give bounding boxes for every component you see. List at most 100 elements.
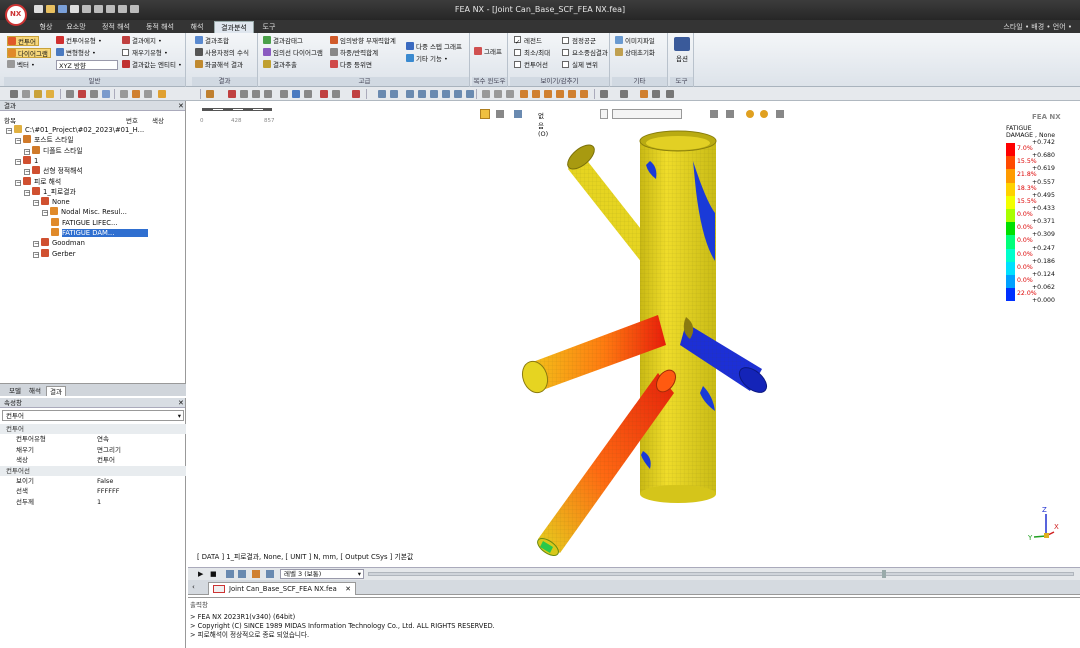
result-extract-button[interactable]: 결과추출 [263, 60, 297, 70]
filter-icon[interactable] [90, 90, 98, 98]
tab-tools[interactable]: 도구 [258, 21, 280, 33]
redo-icon[interactable] [94, 5, 103, 13]
contour-button[interactable]: 컨투어 [7, 36, 39, 46]
result-edge-button[interactable]: 결과에지 • [122, 36, 162, 46]
record-icon[interactable] [226, 570, 234, 578]
tab-dynamic-analysis[interactable]: 동적 해석 [142, 21, 178, 33]
user-formula-button[interactable]: 사용자정의 수식 [195, 48, 249, 58]
animation-slider-thumb[interactable] [882, 570, 886, 578]
color-icon[interactable] [78, 90, 86, 98]
view-bottom-icon[interactable] [580, 90, 588, 98]
paste-icon[interactable] [130, 5, 139, 13]
copy-icon[interactable] [118, 5, 127, 13]
property-row[interactable]: 채우기 면그리기 [0, 445, 186, 455]
view-option-dropdown[interactable] [600, 109, 608, 119]
close-icon[interactable]: ✕ [178, 102, 184, 110]
arbitrary-force-sum-button[interactable]: 임의방향 부재력합계 [330, 36, 396, 46]
hide-icon[interactable] [652, 90, 660, 98]
multi-step-graph-button[interactable]: 다중 스텝 그래프 [406, 42, 462, 52]
model-viewport[interactable]: Z Y X FEA NX [188, 101, 1080, 567]
tab-analysis-tree[interactable]: 해석 [26, 386, 44, 396]
zoom-fit-icon[interactable] [390, 90, 398, 98]
group-icon[interactable] [46, 90, 54, 98]
tree-item[interactable]: − 포스트 스타일 [15, 135, 74, 145]
probe-icon[interactable] [280, 90, 288, 98]
save-icon[interactable] [58, 5, 67, 13]
pan-icon[interactable] [454, 90, 462, 98]
display-mesh-icon[interactable] [494, 90, 502, 98]
expand-toggle-icon[interactable]: − [33, 241, 39, 248]
property-row[interactable]: 선두께 1 [0, 497, 186, 507]
property-category[interactable]: 컨투어선 [0, 465, 186, 476]
stop-icon[interactable]: ■ [210, 570, 217, 578]
clip-icon[interactable] [292, 90, 300, 98]
multi-isosurface-button[interactable]: 다중 등위면 [330, 60, 372, 70]
tree-item[interactable]: − 선형 정적해석 [24, 166, 83, 176]
hide-selected-icon[interactable] [710, 110, 718, 118]
expand-toggle-icon[interactable]: − [6, 128, 12, 134]
node-average-toggle[interactable]: 점정공군 [562, 36, 596, 46]
tree-item[interactable]: − Nodal Misc. Resul... [42, 207, 127, 217]
property-value[interactable]: 연속 [97, 434, 109, 444]
close-icon[interactable]: ✕ [178, 399, 184, 407]
expand-toggle-icon[interactable]: − [33, 251, 39, 258]
reset-state-button[interactable]: 상태초기화 [615, 48, 655, 58]
chevron-left-icon[interactable]: ‹ [192, 583, 195, 591]
tab-geometry[interactable]: 형상 [34, 21, 58, 33]
tab-mesh[interactable]: 요소망 [62, 21, 90, 33]
zoom-window-icon[interactable] [406, 90, 414, 98]
show-all-icon[interactable] [666, 90, 674, 98]
property-row[interactable]: 컨투어유형 연속 [0, 434, 186, 444]
result-combination-button[interactable]: 결과조합 [195, 36, 229, 46]
display-grid-icon[interactable] [482, 90, 490, 98]
tree-item[interactable]: − Goodman [33, 238, 85, 248]
node-icon[interactable] [102, 90, 110, 98]
document-tab[interactable]: Joint Can_Base_SCF_FEA NX.fea ✕ [208, 582, 356, 595]
zoom-icon[interactable] [378, 90, 386, 98]
select-mode-icon[interactable] [480, 109, 490, 119]
property-category[interactable]: 컨투어 [0, 424, 186, 434]
buckling-result-button[interactable]: 좌굴해석 결과 [195, 60, 243, 70]
animation-settings-icon[interactable] [238, 570, 246, 578]
lock-icon[interactable] [34, 90, 42, 98]
tree-item[interactable]: FATIGUE LIFEC... [51, 217, 117, 228]
tree-item[interactable]: − Gerber [33, 248, 76, 259]
property-value[interactable]: 1 [97, 497, 101, 507]
tab-results-tree[interactable]: 결과 [46, 386, 66, 396]
contour-type-button[interactable]: 컨투어유형 • [56, 36, 102, 46]
open-file-icon[interactable] [46, 5, 55, 13]
print-icon[interactable] [70, 5, 79, 13]
graph-button[interactable]: 그래프 [474, 47, 502, 57]
refresh-icon[interactable] [466, 90, 474, 98]
view-combo[interactable] [612, 109, 682, 119]
property-value[interactable]: FFFFFF [97, 486, 119, 496]
tab-model[interactable]: 모델 [6, 386, 24, 396]
step-forward-icon[interactable] [266, 570, 274, 578]
new-file-icon[interactable] [34, 5, 43, 13]
selection-filter-icon[interactable] [496, 110, 504, 118]
highlight-icon[interactable] [132, 90, 140, 98]
speed-select[interactable]: 레벨 3 (보통) ▾ [280, 569, 364, 579]
style-background-language-menu[interactable]: 스타일 • 배경 • 언어 • [1003, 21, 1072, 33]
view-option-label[interactable]: 없음 (O) [538, 110, 548, 138]
result-entity-button[interactable]: 결과값는 엔티티 • [122, 60, 182, 70]
element-icon[interactable] [120, 90, 128, 98]
grid-icon[interactable] [206, 90, 214, 98]
perspective-icon[interactable] [640, 90, 648, 98]
tree-item[interactable]: FATIGUE DAM... [51, 228, 149, 238]
load-reaction-sum-button[interactable]: 하중/반력합계 [330, 48, 378, 58]
options-button[interactable]: 옵션 [671, 37, 693, 63]
pointer-icon[interactable] [22, 90, 30, 98]
min-max-toggle[interactable]: 최소/최대 [514, 48, 550, 58]
active-icon[interactable] [158, 90, 166, 98]
diagram-button[interactable]: 다이어그램 [7, 48, 51, 58]
step-back-icon[interactable] [252, 570, 260, 578]
deformed-shape-button[interactable]: 변형형상 • [56, 48, 96, 58]
tree-item[interactable]: −1 [15, 155, 38, 166]
direction-select[interactable]: XYZ 방향 [56, 60, 118, 70]
property-row[interactable]: 보이기 False [0, 476, 186, 486]
actual-displacement-toggle[interactable]: 실제 변위 [562, 60, 598, 70]
contour-line-toggle[interactable]: 컨투어선 [514, 60, 548, 70]
element-center-toggle[interactable]: 요소중심결과 [562, 48, 608, 58]
arbitrary-line-diagram-button[interactable]: 임의선 다이어그램 [263, 48, 323, 58]
